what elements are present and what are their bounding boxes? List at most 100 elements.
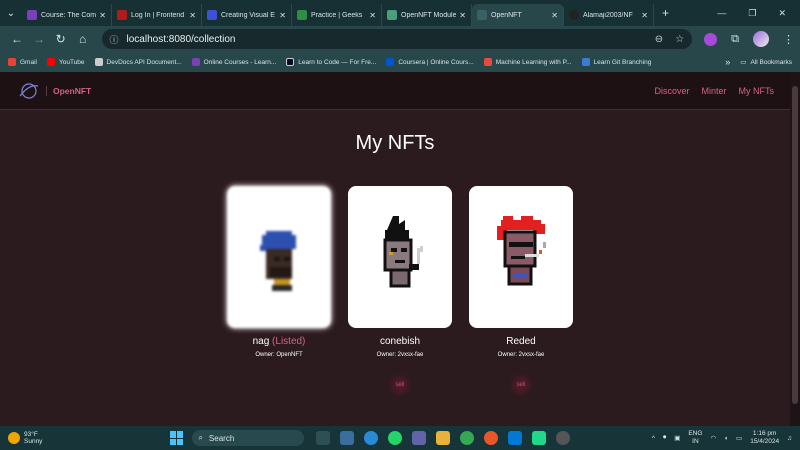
ml-icon	[483, 58, 492, 66]
nft-name: nag (Listed)	[252, 336, 306, 347]
nft-pixel-art-icon	[497, 216, 546, 286]
tab-creating-visual[interactable]: Creating Visual E ✕	[202, 4, 292, 26]
close-icon[interactable]: ✕	[279, 11, 286, 20]
url-text: localhost:8080/collection	[126, 33, 236, 45]
git-icon	[581, 58, 590, 66]
brand-name[interactable]: OpenNFT	[46, 85, 91, 96]
tab-favicon-icon	[477, 10, 487, 20]
all-bookmarks[interactable]: ▭ All Bookmarks	[740, 58, 792, 67]
tab-opennft[interactable]: OpenNFT ✕	[472, 4, 564, 26]
temperature: 93°F	[24, 431, 38, 438]
close-icon[interactable]: ✕	[641, 11, 648, 20]
nft-owner: Owner: 2vxsx-fae	[376, 352, 424, 358]
nft-image[interactable]	[469, 186, 573, 328]
tab-favicon-icon	[297, 10, 307, 20]
close-icon[interactable]: ✕	[369, 11, 376, 20]
notification-bell-icon[interactable]: ♫	[787, 435, 792, 442]
clock[interactable]: 1:16 pm 15/4/2024	[750, 430, 779, 446]
bookmark-freecodecamp[interactable]: Learn to Code — For Fre...	[286, 58, 376, 66]
new-tab-button[interactable]: +	[662, 6, 669, 20]
tab-practice[interactable]: Practice | Geeks ✕	[292, 4, 382, 26]
github-desktop-icon[interactable]	[556, 431, 571, 445]
close-icon[interactable]: ✕	[551, 11, 558, 20]
reload-icon[interactable]: ↻	[50, 32, 72, 46]
courses-icon	[191, 58, 200, 66]
whatsapp-icon[interactable]	[388, 431, 403, 445]
logo-icon[interactable]	[18, 82, 40, 100]
gmail-icon	[8, 58, 16, 66]
github-icon	[569, 10, 579, 20]
extensions-puzzle-icon[interactable]: ⧉	[731, 33, 739, 46]
nft-name: conebish	[379, 336, 421, 347]
nav-minter[interactable]: Minter	[701, 86, 726, 96]
window-close-icon[interactable]: ✕	[778, 8, 786, 19]
vscode-icon[interactable]	[508, 431, 523, 445]
tab-favicon-icon	[207, 10, 217, 20]
bookmark-devdocs[interactable]: DevDocs API Document...	[94, 58, 182, 66]
page-title: My NFTs	[355, 132, 435, 154]
volume-icon[interactable]: ◖	[724, 435, 728, 442]
sell-button[interactable]: sell	[508, 372, 534, 398]
firefox-icon[interactable]	[484, 431, 499, 445]
nft-card[interactable]: nag (Listed) Owner: OpenNFT	[227, 186, 331, 398]
bookmark-star-icon[interactable]: ☆	[675, 34, 684, 45]
home-icon[interactable]: ⌂	[72, 32, 94, 46]
zoom-icon[interactable]: ⊖	[655, 34, 663, 45]
profile-avatar[interactable]	[753, 31, 770, 47]
folder-icon: ▭	[740, 59, 747, 66]
camera-icon[interactable]: ▣	[674, 434, 680, 442]
tray-chevron-icon[interactable]: ^	[652, 435, 655, 442]
bookmark-learn-git[interactable]: Learn Git Branching	[581, 58, 651, 66]
site-info-icon[interactable]: ⓘ	[110, 33, 119, 46]
close-icon[interactable]: ✕	[189, 11, 196, 20]
teams-icon[interactable]	[412, 431, 427, 445]
close-icon[interactable]: ✕	[99, 11, 106, 20]
close-icon[interactable]: ✕	[459, 11, 466, 20]
extension-icon[interactable]	[704, 32, 718, 46]
browser-menu-icon[interactable]: ⋮	[783, 33, 794, 46]
tab-search-chevron-icon[interactable]: ⌄	[0, 0, 22, 26]
nav-discover[interactable]: Discover	[654, 86, 689, 96]
minimize-icon[interactable]: —	[717, 8, 726, 19]
bookmark-coursera[interactable]: Coursera | Online Cours...	[386, 58, 474, 66]
youtube-icon	[46, 58, 55, 66]
tab-course[interactable]: Course: The Comp ✕	[22, 4, 112, 26]
coursera-icon	[386, 58, 395, 66]
microphone-icon[interactable]: ⏺	[663, 434, 666, 442]
more-bookmarks-icon[interactable]: »	[725, 57, 730, 67]
nft-image[interactable]	[348, 186, 452, 328]
back-icon[interactable]: ←	[6, 32, 28, 46]
scrollbar-thumb[interactable]	[792, 86, 798, 404]
tab-opennft-module[interactable]: OpenNFT Module ✕	[382, 4, 472, 26]
app-header: OpenNFT Discover Minter My NFTs	[0, 72, 790, 110]
nft-card[interactable]: Reded Owner: 2vxsx-fae sell	[469, 186, 573, 398]
bookmark-gmail[interactable]: Gmail	[8, 58, 37, 66]
forward-icon[interactable]: →	[28, 32, 50, 46]
nft-image[interactable]	[227, 186, 331, 328]
nft-card[interactable]: conebish Owner: 2vxsx-fae sell	[348, 186, 452, 398]
restore-icon[interactable]: ❐	[748, 8, 756, 19]
language-indicator[interactable]: ENG IN	[688, 430, 702, 446]
tab-login[interactable]: Log In | Frontend ✕	[112, 4, 202, 26]
bookmark-online-courses[interactable]: Online Courses - Learn...	[191, 58, 276, 66]
widgets-icon[interactable]	[340, 431, 355, 445]
weather-widget[interactable]: 93°F Sunny	[8, 431, 42, 445]
tab-github[interactable]: Alamaji2003/NF ✕	[564, 4, 654, 26]
task-view-icon[interactable]	[316, 431, 331, 445]
bookmark-youtube[interactable]: YouTube	[46, 58, 85, 66]
nav-my-nfts[interactable]: My NFTs	[739, 86, 775, 96]
nft-pixel-art-icon	[260, 231, 296, 291]
wifi-icon[interactable]: ◠	[710, 434, 716, 442]
nft-name: Reded	[506, 336, 536, 347]
windows-start-icon[interactable]	[170, 431, 184, 445]
sun-icon	[8, 432, 20, 444]
file-explorer-icon[interactable]	[436, 431, 451, 445]
battery-icon[interactable]: ▭	[736, 434, 742, 442]
taskbar-search[interactable]: ⌕ Search	[192, 430, 305, 446]
bookmark-machine-learning[interactable]: Machine Learning with P...	[483, 58, 572, 66]
chrome-icon[interactable]	[460, 431, 475, 445]
edge-icon[interactable]	[364, 431, 379, 445]
sell-button[interactable]: sell	[387, 372, 413, 398]
address-bar[interactable]: ⓘ localhost:8080/collection ⊖ ☆	[101, 29, 693, 49]
pycharm-icon[interactable]	[532, 431, 547, 445]
